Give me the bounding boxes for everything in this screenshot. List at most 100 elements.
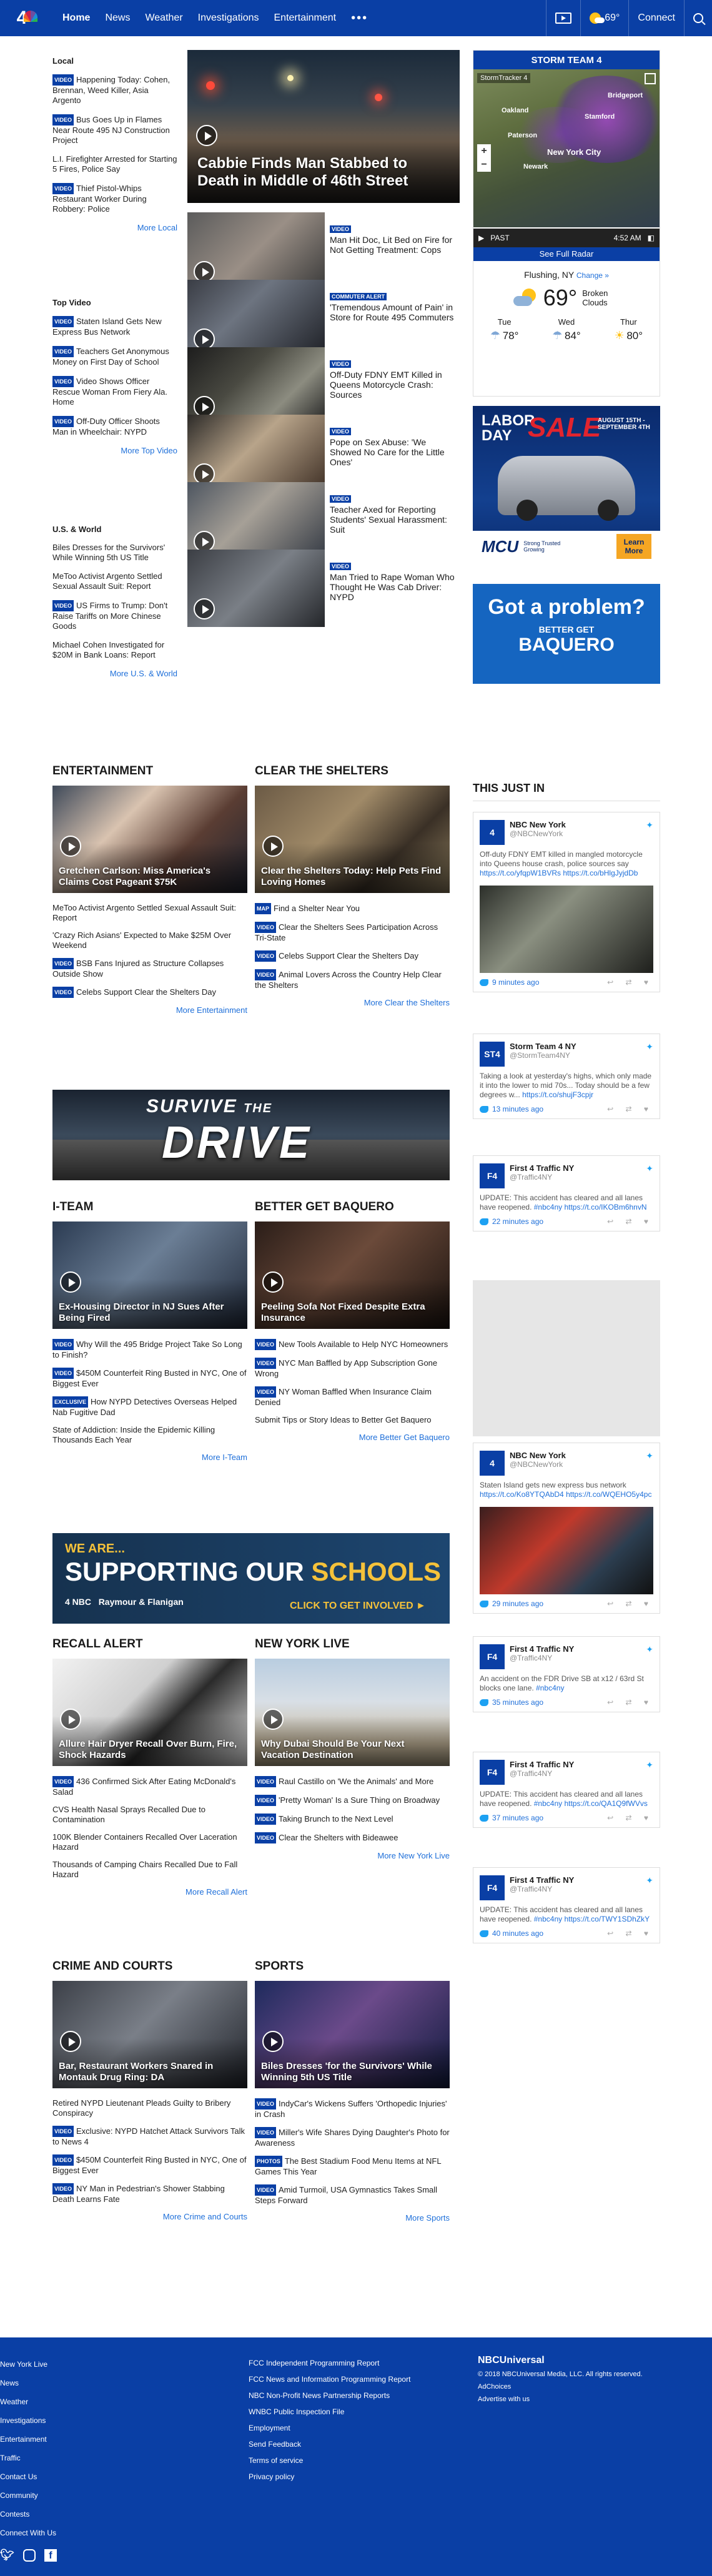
- tweet-card[interactable]: ST4 Storm Team 4 NY @StormTeam4NY ✦ Taking a…: [473, 1034, 660, 1119]
- tweet-card[interactable]: F4 First 4 Traffic NY @Traffic4NY ✦ UPDATE: …: [473, 1155, 660, 1231]
- list-item[interactable]: State of Addiction: Inside the Epidemic …: [52, 1425, 247, 1445]
- list-item[interactable]: VIDEO Staten Island Gets New Express Bus …: [52, 316, 177, 337]
- list-item[interactable]: VIDEO Animal Lovers Across the Country He…: [255, 969, 450, 990]
- list-item[interactable]: VIDEO Amid Turmoil, USA Gymnastics Takes …: [255, 2184, 450, 2206]
- tweet-link[interactable]: #nbc4ny: [536, 1684, 564, 1692]
- list-item[interactable]: VIDEO Clear the Shelters Sees Participati…: [255, 922, 450, 943]
- section-more-link[interactable]: More I-Team: [52, 1453, 247, 1462]
- nbcuniversal-logo[interactable]: NBCUniversal: [478, 2355, 665, 2366]
- weather-button[interactable]: 69°: [580, 0, 628, 36]
- tweet-actions[interactable]: ↩ ⇄ ♥: [607, 978, 653, 987]
- list-item[interactable]: Michael Cohen Investigated for $20M in B…: [52, 640, 177, 660]
- footer-link[interactable]: WNBC Public Inspection File: [249, 2404, 455, 2420]
- tweet-actions[interactable]: ↩ ⇄ ♥: [607, 1814, 653, 1822]
- tweet-card[interactable]: 4 NBC New York @NBCNewYork ✦ Staten Island g…: [473, 1443, 660, 1614]
- tweet-actions[interactable]: ↩ ⇄ ♥: [607, 1929, 653, 1938]
- tweet-image[interactable]: [480, 886, 653, 973]
- list-item[interactable]: L.I. Firefighter Arrested for Starting 5…: [52, 154, 177, 174]
- list-item[interactable]: Retired NYPD Lieutenant Pleads Guilty to…: [52, 2098, 247, 2118]
- list-item[interactable]: VIDEO 'Pretty Woman' Is a Sure Thing on B…: [255, 1795, 450, 1806]
- footer-link[interactable]: Employment: [249, 2420, 455, 2436]
- section-more-link[interactable]: More Sports: [255, 2213, 450, 2223]
- mid-story[interactable]: VIDEO Teacher Axed for Reporting Students…: [330, 493, 455, 535]
- section-lead-image[interactable]: Allure Hair Dryer Recall Over Burn, Fire…: [52, 1659, 247, 1766]
- instagram-icon[interactable]: [22, 2549, 36, 2562]
- tweet-time[interactable]: 40 minutes ago: [492, 1929, 543, 1938]
- list-item[interactable]: VIDEO Taking Brunch to the Next Level: [255, 1814, 450, 1825]
- labor-day-ad[interactable]: LABOR DAY SALE AUGUST 15TH - SEPTEMBER 4T…: [473, 406, 660, 562]
- footer-link[interactable]: FCC News and Information Programming Rep…: [249, 2371, 455, 2387]
- got-a-problem-ad[interactable]: Got a problem? BETTER GET BAQUERO: [473, 584, 660, 684]
- footer-link[interactable]: Weather: [0, 2392, 125, 2411]
- footer-link[interactable]: New York Live: [0, 2355, 125, 2374]
- list-item[interactable]: VIDEO 436 Confirmed Sick After Eating McD…: [52, 1776, 247, 1797]
- tweet-card[interactable]: 4 NBC New York @NBCNewYork ✦ Off-duty FDNY E…: [473, 812, 660, 992]
- mid-story[interactable]: VIDEO Off-Duty FDNY EMT Killed in Queens …: [330, 358, 455, 400]
- list-item[interactable]: VIDEO Miller's Wife Shares Dying Daughter…: [255, 2127, 450, 2148]
- supporting-schools-banner[interactable]: WE ARE... SUPPORTING OUR SCHOOLS 4 NBC R…: [52, 1533, 450, 1624]
- list-item[interactable]: VIDEO NY Woman Baffled When Insurance Cla…: [255, 1386, 450, 1408]
- footer-link[interactable]: FCC Independent Programming Report: [249, 2355, 455, 2371]
- list-item[interactable]: VIDEO NYC Man Baffled by App Subscription…: [255, 1358, 450, 1379]
- tweet-link[interactable]: #nbc4ny https://t.co/QA1Q9fWVvs: [534, 1799, 648, 1808]
- section-more-link[interactable]: More Recall Alert: [52, 1887, 247, 1897]
- more-us-world-link[interactable]: More U.S. & World: [52, 669, 177, 678]
- section-lead-image[interactable]: Why Dubai Should Be Your Next Vacation D…: [255, 1659, 450, 1766]
- list-item[interactable]: MeToo Activist Argento Settled Sexual As…: [52, 903, 247, 923]
- list-item[interactable]: VIDEO New Tools Available to Help NYC Hom…: [255, 1339, 450, 1350]
- expand-map-icon[interactable]: [645, 73, 656, 84]
- list-item[interactable]: VIDEO Video Shows Officer Rescue Woman Fr…: [52, 376, 177, 407]
- twitter-icon[interactable]: 🐦︎: [0, 2549, 14, 2562]
- section-lead-image[interactable]: Gretchen Carlson: Miss America's Claims …: [52, 786, 247, 893]
- hero-image[interactable]: Cabbie Finds Man Stabbed to Death in Mid…: [187, 50, 460, 203]
- tweet-time[interactable]: 13 minutes ago: [492, 1105, 543, 1113]
- footer-link[interactable]: News: [0, 2374, 125, 2392]
- tweet-actions[interactable]: ↩ ⇄ ♥: [607, 1599, 653, 1608]
- list-item[interactable]: VIDEO Bus Goes Up in Flames Near Route 49…: [52, 114, 177, 146]
- list-item[interactable]: VIDEO Clear the Shelters with Bideawee: [255, 1832, 450, 1843]
- radar-map[interactable]: StormTracker 4 + − Bridgeport Stamford Ne…: [473, 69, 666, 247]
- story-thumbnail[interactable]: [187, 280, 325, 357]
- zoom-controls[interactable]: + −: [477, 144, 491, 172]
- list-item[interactable]: MeToo Activist Argento Settled Sexual As…: [52, 571, 177, 591]
- schools-cta[interactable]: CLICK TO GET INVOLVED ►: [290, 1601, 426, 1612]
- tweet-time[interactable]: 35 minutes ago: [492, 1698, 543, 1707]
- section-lead-image[interactable]: Clear the Shelters Today: Help Pets Find…: [255, 786, 450, 893]
- story-thumbnail[interactable]: [187, 550, 325, 627]
- more-local-link[interactable]: More Local: [52, 223, 177, 232]
- nav-more-dots[interactable]: •••: [344, 0, 375, 36]
- hero-headline[interactable]: Cabbie Finds Man Stabbed to Death in Mid…: [197, 155, 447, 190]
- tweet-image[interactable]: [480, 1507, 653, 1594]
- footer-link[interactable]: NBC Non-Profit News Partnership Reports: [249, 2387, 455, 2404]
- list-item[interactable]: VIDEO Why Will the 495 Bridge Project Tak…: [52, 1339, 247, 1360]
- footer-link[interactable]: Contests: [0, 2505, 125, 2524]
- section-lead-image[interactable]: Ex-Housing Director in NJ Sues After Bei…: [52, 1221, 247, 1329]
- tweet-time[interactable]: 37 minutes ago: [492, 1814, 543, 1822]
- list-item[interactable]: VIDEO $450M Counterfeit Ring Busted in NY…: [52, 2154, 247, 2176]
- nav-news[interactable]: News: [97, 0, 137, 36]
- section-more-link[interactable]: More Clear the Shelters: [255, 998, 450, 1007]
- footer-link[interactable]: Send Feedback: [249, 2436, 455, 2452]
- list-item[interactable]: VIDEO Happening Today: Cohen, Brennan, We…: [52, 74, 177, 106]
- nav-weather[interactable]: Weather: [137, 0, 190, 36]
- tweet-link[interactable]: https://t.co/Ko8YTQAbD4 https://t.co/WQE…: [480, 1490, 651, 1499]
- tweet-link[interactable]: https://t.co/shujF3cpjr: [522, 1090, 593, 1099]
- story-thumbnail[interactable]: [187, 415, 325, 492]
- footer-link[interactable]: Terms of service: [249, 2452, 455, 2469]
- tweet-time[interactable]: 29 minutes ago: [492, 1599, 543, 1608]
- survive-the-drive-banner[interactable]: SURVIVE THE DRIVE: [52, 1090, 450, 1180]
- layers-icon[interactable]: ◧: [648, 234, 655, 242]
- section-more-link[interactable]: More New York Live: [255, 1851, 450, 1860]
- list-item[interactable]: EXCLUSIVE How NYPD Detectives Overseas He…: [52, 1396, 247, 1418]
- radar-play-icon[interactable]: ▶: [478, 234, 484, 242]
- list-item[interactable]: VIDEO Exclusive: NYPD Hatchet Attack Surv…: [52, 2126, 247, 2147]
- list-item[interactable]: VIDEO Celebs Support Clear the Shelters D…: [255, 950, 450, 962]
- list-item[interactable]: VIDEO IndyCar's Wickens Suffers 'Orthoped…: [255, 2098, 450, 2120]
- list-item[interactable]: Biles Dresses for the Survivors' While W…: [52, 543, 177, 563]
- mid-story[interactable]: COMMUTER ALERT 'Tremendous Amount of Pain…: [330, 291, 455, 322]
- list-item[interactable]: VIDEO US Firms to Trump: Don't Raise Tari…: [52, 600, 177, 631]
- list-item[interactable]: VIDEO NY Man in Pedestrian's Shower Stabb…: [52, 2183, 247, 2204]
- list-item[interactable]: VIDEO Raul Castillo on 'We the Animals' a…: [255, 1776, 450, 1787]
- footer-link[interactable]: Contact Us: [0, 2467, 125, 2486]
- list-item[interactable]: VIDEO Celebs Support Clear the Shelters D…: [52, 987, 247, 998]
